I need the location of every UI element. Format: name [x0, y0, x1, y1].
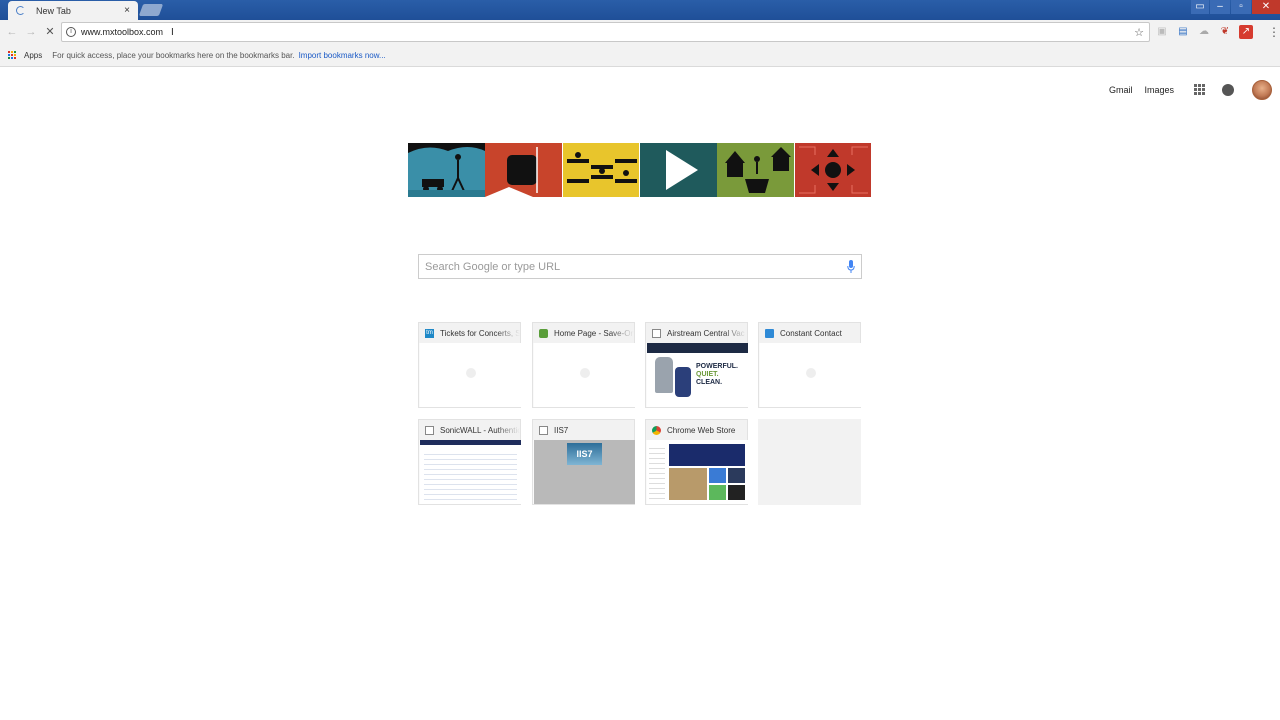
tile-thumbnail: [420, 440, 521, 504]
maximize-button[interactable]: ▫: [1231, 0, 1251, 14]
doodle-panel-2[interactable]: [485, 143, 563, 197]
most-visited-grid: tm Tickets for Concerts, Sports Home Pag…: [418, 322, 862, 506]
most-visited-tile[interactable]: Constant Contact: [758, 322, 861, 408]
url-text[interactable]: www.mxtoolbox.com: [81, 27, 163, 37]
store-app-tile: [709, 485, 726, 500]
page-icon: [539, 425, 548, 435]
doodle-play-button[interactable]: [639, 143, 717, 197]
stop-loading-button[interactable]: ✕: [43, 25, 57, 39]
apps-grid-icon[interactable]: [8, 51, 17, 60]
doodle-panel-1[interactable]: [408, 143, 485, 197]
doodle-houses-icon: [725, 147, 792, 193]
loading-spinner-icon: [16, 6, 25, 15]
chrome-icon: [652, 425, 661, 435]
chart-icon: [765, 328, 774, 338]
table-lines: [424, 450, 517, 500]
tm-icon: tm: [425, 328, 434, 338]
store-app-tile: [709, 468, 726, 483]
doodle-panel-3[interactable]: [562, 143, 640, 197]
tile-title: IIS7: [554, 425, 569, 435]
tab-new-tab[interactable]: New Tab ×: [8, 1, 138, 20]
doodle-circuit-icon: [798, 146, 868, 194]
tile-title: Constant Contact: [780, 328, 842, 338]
google-top-bar: Gmail Images: [1109, 80, 1272, 100]
title-bar: New Tab × ▭ – ▫ ✕: [0, 0, 1280, 20]
doodle-panel-6[interactable]: [794, 143, 872, 197]
address-bar[interactable]: i www.mxtoolbox.com I ☆: [61, 22, 1150, 42]
bookmarks-hint: For quick access, place your bookmarks h…: [52, 51, 295, 60]
bookmark-star-icon[interactable]: ☆: [1134, 26, 1144, 39]
new-tab-button[interactable]: [138, 4, 164, 16]
chrome-menu-icon[interactable]: ⋮: [1268, 25, 1280, 39]
search-input[interactable]: [425, 260, 835, 273]
browser-toolbar: ← → ✕ i www.mxtoolbox.com I ☆ ▣ ▤ ☁ ❦ ↗ …: [0, 20, 1280, 45]
bookmarks-bar: Apps For quick access, place your bookma…: [0, 45, 1280, 67]
doodle-conveyor-icon: [566, 152, 637, 183]
tile-thumbnail: [647, 440, 748, 504]
vacuum-canister: [675, 367, 691, 397]
store-app-tile: [728, 468, 745, 483]
tile-thumbnail: IIS7: [534, 440, 635, 504]
most-visited-tile[interactable]: IIS7 IIS7: [532, 419, 635, 505]
minimize-button[interactable]: –: [1210, 0, 1230, 14]
forward-button[interactable]: →: [24, 25, 38, 39]
leaf-icon: [539, 328, 548, 338]
microphone-icon[interactable]: [847, 260, 855, 274]
most-visited-tile[interactable]: tm Tickets for Concerts, Sports: [418, 322, 521, 408]
google-doodle[interactable]: [408, 143, 872, 197]
extension-cloud-icon[interactable]: ☁: [1197, 25, 1211, 39]
tile-header: Constant Contact: [759, 323, 860, 343]
extension-docs-icon[interactable]: ▤: [1176, 25, 1190, 39]
store-sidebar: [649, 444, 665, 500]
extension-puzzle-icon[interactable]: ▣: [1155, 25, 1169, 39]
info-icon[interactable]: i: [66, 27, 76, 37]
store-feature-tile: [669, 468, 707, 500]
site-header-bar: [647, 343, 748, 353]
tile-title: Chrome Web Store: [667, 425, 736, 435]
doodle-fist-icon: [485, 147, 539, 197]
store-banner: [669, 444, 745, 466]
search-box[interactable]: [418, 254, 862, 279]
most-visited-tile[interactable]: Home Page - Save-On-Foods: [532, 322, 635, 408]
tile-header: Chrome Web Store: [646, 420, 747, 440]
site-header-bar: [420, 440, 521, 445]
play-icon: [665, 150, 698, 190]
tile-header: IIS7: [533, 420, 634, 440]
tile-thumbnail: [420, 343, 521, 407]
close-window-button[interactable]: ✕: [1252, 0, 1280, 14]
vacuum-unit: [655, 357, 673, 393]
google-apps-icon[interactable]: [1194, 84, 1206, 96]
tile-thumbnail: POWERFUL. QUIET. CLEAN.: [647, 343, 748, 407]
profile-switch-button[interactable]: ▭: [1191, 0, 1209, 14]
text-cursor-icon: I: [171, 26, 174, 38]
tile-thumbnail: [760, 343, 861, 407]
back-button[interactable]: ←: [5, 25, 19, 39]
notifications-icon[interactable]: [1222, 84, 1234, 96]
most-visited-tile[interactable]: SonicWALL - Authentication: [418, 419, 521, 505]
page-icon: [425, 425, 434, 435]
tab-close-icon[interactable]: ×: [120, 5, 134, 16]
airstream-tagline: POWERFUL. QUIET. CLEAN.: [696, 363, 738, 386]
account-avatar[interactable]: [1252, 80, 1272, 100]
iis-logo: IIS7: [567, 443, 602, 465]
images-link[interactable]: Images: [1144, 85, 1174, 95]
extension-pdf-icon[interactable]: ↗: [1239, 25, 1253, 39]
empty-tile: [758, 419, 861, 505]
window-controls: ▭ – ▫ ✕: [1190, 0, 1280, 16]
most-visited-tile[interactable]: Chrome Web Store: [645, 419, 748, 505]
gmail-link[interactable]: Gmail: [1109, 85, 1133, 95]
tab-title: New Tab: [36, 5, 71, 16]
tile-thumbnail: [534, 343, 635, 407]
most-visited-tile[interactable]: Airstream Central Vac POWERFUL. QUIET. C…: [645, 322, 748, 408]
extension-lastpass-icon[interactable]: ❦: [1218, 25, 1232, 39]
store-app-tile: [728, 485, 745, 500]
apps-shortcut[interactable]: Apps: [24, 51, 42, 60]
doodle-figures-icon: [408, 143, 485, 197]
import-bookmarks-link[interactable]: Import bookmarks now...: [299, 51, 386, 60]
doodle-panel-5[interactable]: [717, 143, 795, 197]
page-icon: [652, 328, 661, 338]
